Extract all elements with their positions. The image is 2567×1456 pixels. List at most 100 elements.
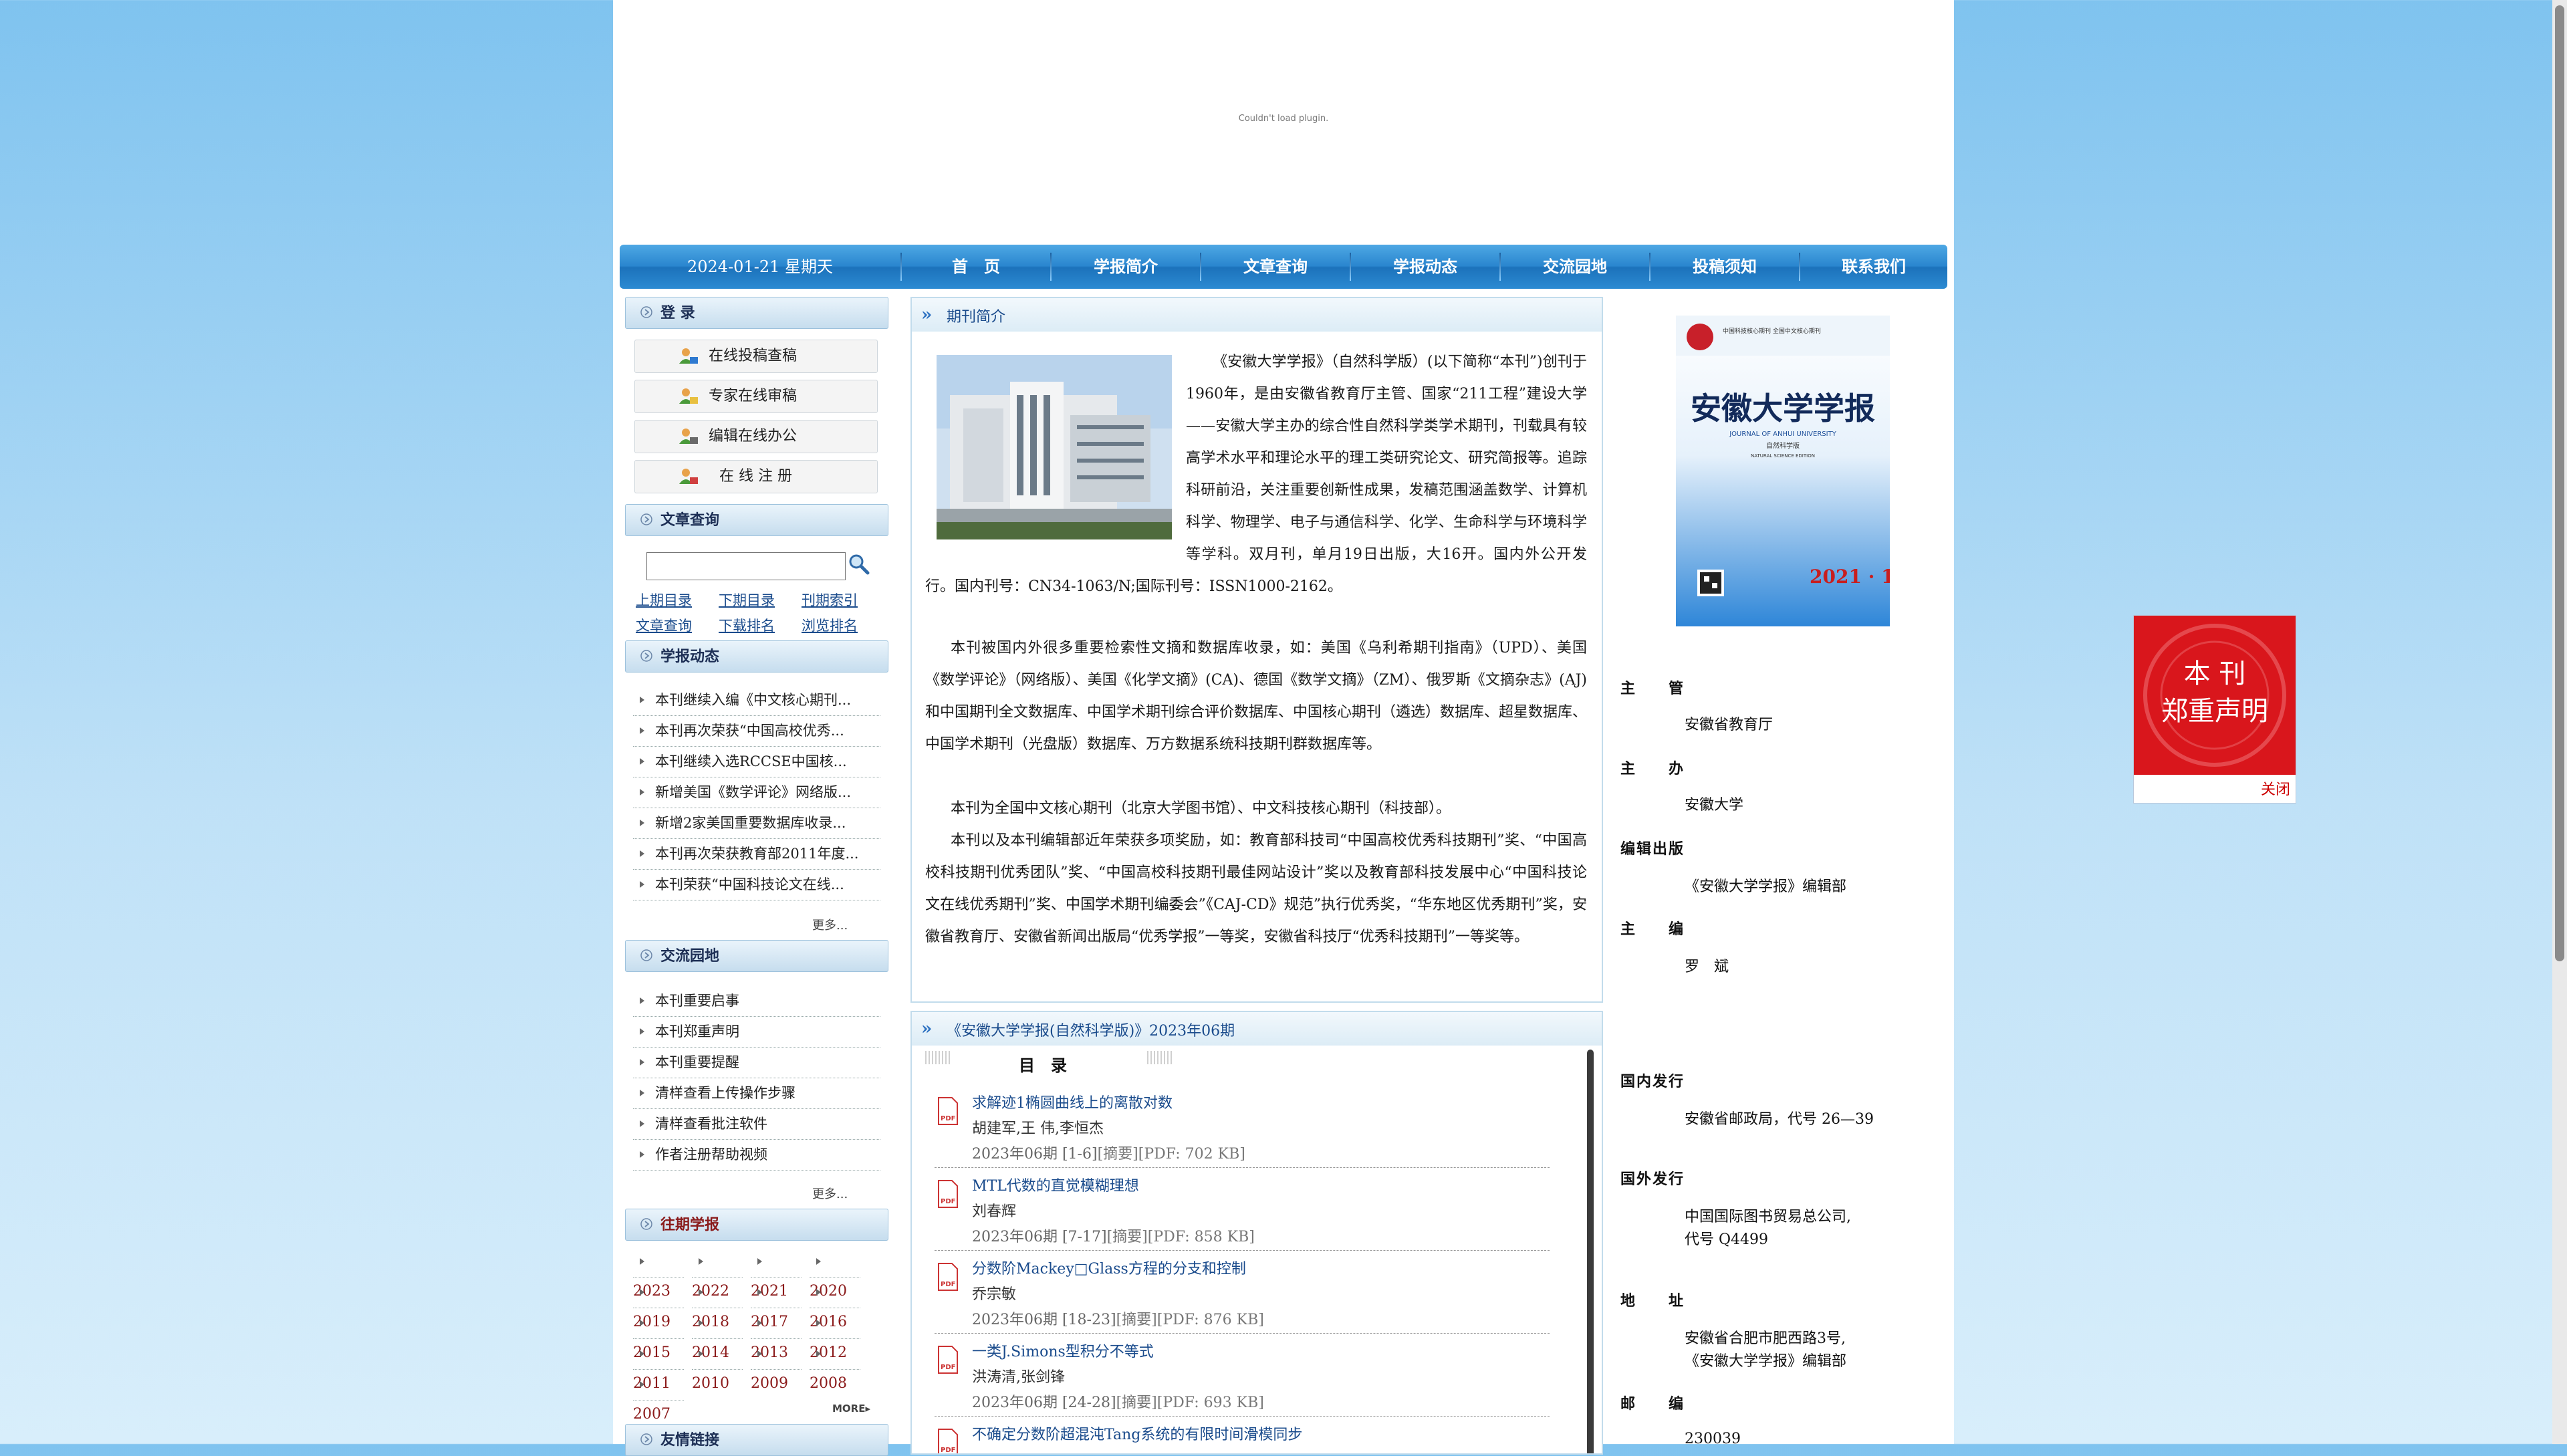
forum-item[interactable]: 清样查看批注软件 — [633, 1108, 880, 1140]
archive-year-link[interactable]: 2007 — [633, 1370, 684, 1423]
archive-year-link[interactable]: 2018 — [692, 1278, 743, 1330]
nav-home[interactable]: 首 页 — [902, 245, 1050, 289]
forum-item[interactable]: 清样查看上传操作步骤 — [633, 1078, 880, 1109]
news-item[interactable]: 本刊继续入编《中文核心期刊... — [633, 685, 880, 716]
article-title-link[interactable]: MTL代数的直觉模糊理想 — [972, 1174, 1139, 1195]
link-issue-index[interactable]: 刊期索引 — [802, 590, 858, 610]
archive-year-link[interactable]: 2009 — [751, 1340, 802, 1392]
pdf-link[interactable]: [PDF: 693 KB] — [1157, 1394, 1264, 1411]
link-next-issue[interactable]: 下期目录 — [719, 590, 775, 610]
intro-panel-header: » 期刊简介 — [912, 298, 1602, 332]
info-postcode: 230039 — [1685, 1431, 1741, 1447]
nav-article-search[interactable]: 文章查询 — [1201, 245, 1350, 289]
info-sponsor-label: 主 办 — [1620, 760, 1685, 777]
article-title-link[interactable]: 一类J.Simons型积分不等式 — [972, 1340, 1154, 1361]
svg-text:PDF: PDF — [941, 1198, 955, 1205]
search-icon[interactable] — [847, 552, 871, 576]
info-publisher: 《安徽大学学报》编辑部 — [1685, 878, 1847, 895]
info-foreign-1: 中国国际图书贸易总公司, — [1685, 1209, 1851, 1225]
notice-seal-image[interactable]: 本 刊 郑重声明 — [2134, 616, 2296, 775]
forum-item[interactable]: 本刊重要启事 — [633, 985, 880, 1017]
nav-news[interactable]: 学报动态 — [1351, 245, 1499, 289]
link-view-rank[interactable]: 浏览排名 — [802, 615, 858, 635]
editor-office-button[interactable]: 编辑在线办公 — [634, 420, 878, 453]
pdf-icon[interactable]: PDF — [936, 1345, 960, 1374]
nav-contact[interactable]: 联系我们 — [1800, 245, 1947, 289]
news-item[interactable]: 本刊再次荣获教育部2011年度... — [633, 838, 880, 870]
article-authors: 乔宗敏 — [972, 1286, 1017, 1303]
online-submission-button[interactable]: 在线投稿查稿 — [634, 340, 878, 373]
nav-submission-guide[interactable]: 投稿须知 — [1651, 245, 1799, 289]
floating-notice[interactable]: 本 刊 郑重声明 关闭 — [2133, 615, 2296, 804]
link-article-query[interactable]: 文章查询 — [636, 615, 692, 635]
issue-heading[interactable]: 《安徽大学学报(自然科学版)》2023年06期 — [947, 1012, 1235, 1051]
article-meta: 2023年06期 [24-28][摘要][PDF: 693 KB] — [972, 1394, 1264, 1411]
toc-decoration — [925, 1051, 952, 1064]
archive-year-link[interactable]: 2023 — [633, 1247, 684, 1300]
section-arrow-icon — [640, 1433, 652, 1445]
register-button[interactable]: 在 线 注 册 — [634, 460, 878, 493]
pdf-link[interactable]: [PDF: 858 KB] — [1148, 1229, 1255, 1245]
news-item[interactable]: 本刊继续入选RCCSE中国核... — [633, 746, 880, 777]
archive-year-link[interactable]: 2019 — [633, 1278, 684, 1330]
archive-year-link[interactable]: 2015 — [633, 1309, 684, 1361]
news-item[interactable]: 新增2家美国重要数据库收录... — [633, 808, 880, 839]
pdf-link[interactable]: [PDF: 702 KB] — [1138, 1146, 1245, 1163]
abstract-link[interactable]: [摘要] — [1116, 1394, 1157, 1411]
pdf-icon[interactable]: PDF — [936, 1179, 960, 1209]
pdf-icon[interactable]: PDF — [936, 1262, 960, 1292]
article-divider — [935, 1250, 1550, 1251]
abstract-link[interactable]: [摘要] — [1107, 1229, 1148, 1245]
article-meta: 2023年06期 [7-17][摘要][PDF: 858 KB] — [972, 1229, 1255, 1245]
abstract-link[interactable]: [摘要] — [1098, 1146, 1138, 1163]
news-item[interactable]: 本刊荣获“中国科技论文在线... — [633, 869, 880, 900]
pdf-link[interactable]: [PDF: 876 KB] — [1157, 1312, 1264, 1328]
forum-more-link[interactable]: 更多... — [812, 1185, 848, 1202]
news-item[interactable]: 本刊再次荣获“中国高校优秀... — [633, 715, 880, 747]
info-supervisor-label: 主 管 — [1620, 680, 1685, 697]
archive-year-link[interactable]: 2010 — [692, 1340, 743, 1392]
forum-item[interactable]: 作者注册帮助视频 — [633, 1139, 880, 1171]
link-download-rank[interactable]: 下载排名 — [719, 615, 775, 635]
expert-review-label: 专家在线审稿 — [709, 388, 798, 404]
news-item[interactable]: 新增美国《数学评论》网络版... — [633, 777, 880, 808]
article-title-link[interactable]: 分数阶Mackey□Glass方程的分支和控制 — [972, 1257, 1246, 1278]
article-title-link[interactable]: 求解迹1椭圆曲线上的离散对数 — [972, 1091, 1173, 1112]
forum-item[interactable]: 本刊重要提醒 — [633, 1047, 880, 1078]
section-arrow-icon — [640, 513, 652, 525]
info-domestic: 安徽省邮政局，代号 26—39 — [1685, 1111, 1874, 1128]
archive-year-link[interactable]: 2012 — [810, 1309, 860, 1361]
scrollbar-thumb[interactable] — [2555, 5, 2564, 961]
page-scrollbar[interactable] — [2552, 0, 2567, 1444]
archive-year-link[interactable]: 2016 — [810, 1278, 860, 1330]
info-foreign-label: 国外发行 — [1620, 1171, 1685, 1188]
archive-year-link[interactable]: 2013 — [751, 1309, 802, 1361]
archive-year-link[interactable]: 2011 — [633, 1340, 684, 1392]
archive-heading: 往期学报 — [625, 1209, 888, 1241]
news-more-link[interactable]: 更多... — [812, 916, 848, 933]
notice-close-button[interactable]: 关闭 — [2261, 777, 2290, 799]
archive-year-link[interactable]: 2020 — [810, 1247, 860, 1300]
expert-review-button[interactable]: 专家在线审稿 — [634, 380, 878, 413]
article-divider — [935, 1416, 1550, 1417]
archive-year-link[interactable]: 2021 — [751, 1247, 802, 1300]
pdf-icon[interactable]: PDF — [936, 1096, 960, 1126]
abstract-link[interactable]: [摘要] — [1116, 1312, 1157, 1328]
plugin-error-message: Couldn't load plugin. — [1238, 114, 1329, 124]
user-icon — [679, 348, 698, 364]
archive-year-link[interactable]: 2014 — [692, 1309, 743, 1361]
toc-scrollbar[interactable] — [1587, 1050, 1594, 1453]
archive-year-link[interactable]: 2008 — [810, 1340, 860, 1392]
link-prev-issue[interactable]: 上期目录 — [636, 590, 692, 610]
info-sponsor: 安徽大学 — [1685, 797, 1744, 814]
archive-year-link[interactable]: 2017 — [751, 1278, 802, 1330]
article-title-link[interactable]: 不确定分数阶超混沌Tang系统的有限时间滑模同步 — [972, 1423, 1302, 1444]
nav-forum[interactable]: 交流园地 — [1501, 245, 1649, 289]
pdf-icon[interactable]: PDF — [936, 1428, 960, 1455]
archive-more-link[interactable]: MORE▸ — [832, 1403, 870, 1415]
section-arrow-icon — [640, 949, 652, 961]
archive-year-link[interactable]: 2022 — [692, 1247, 743, 1300]
forum-item[interactable]: 本刊郑重声明 — [633, 1016, 880, 1048]
nav-about[interactable]: 学报简介 — [1052, 245, 1200, 289]
article-search-input[interactable] — [646, 552, 846, 580]
